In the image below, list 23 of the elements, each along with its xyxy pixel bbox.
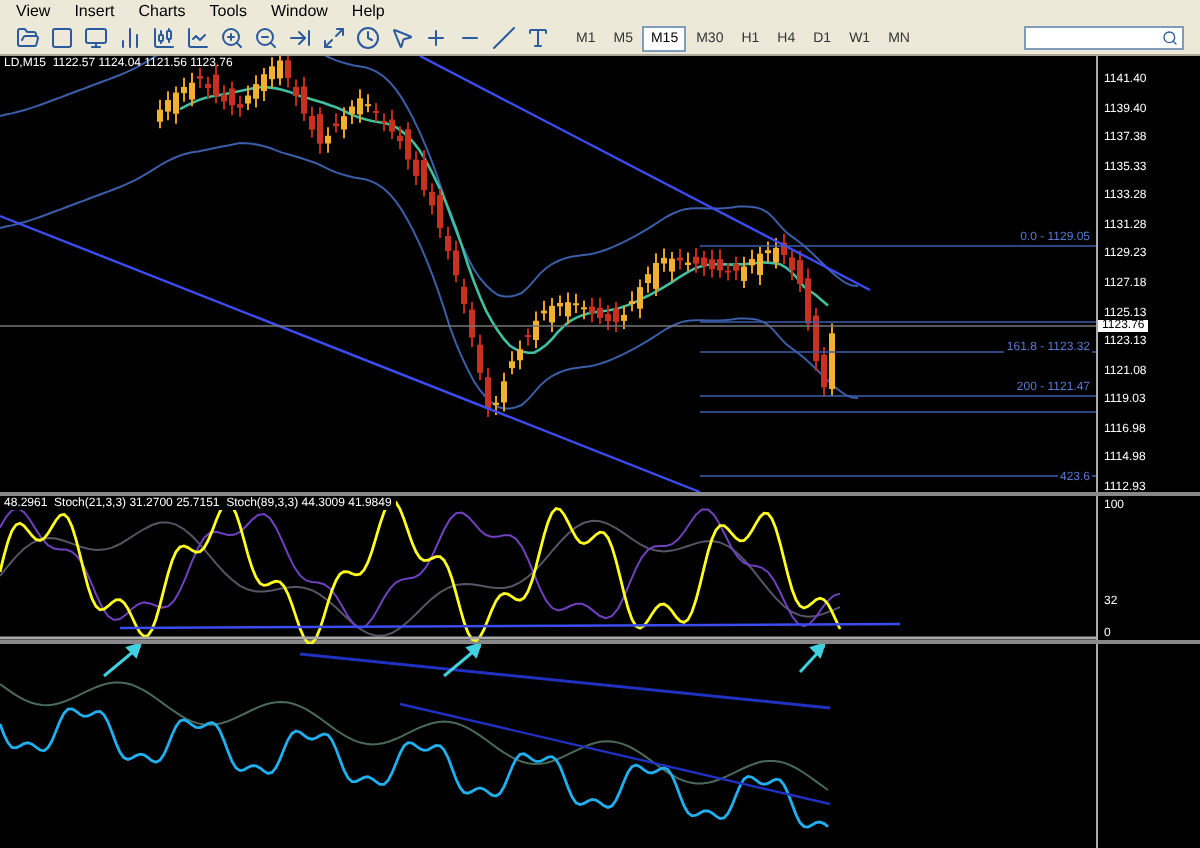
- zoom-in-icon[interactable]: [220, 26, 244, 50]
- candlestick-icon[interactable]: [152, 26, 176, 50]
- monitor-icon[interactable]: [84, 26, 108, 50]
- search-field[interactable]: [1024, 26, 1184, 50]
- line-chart-icon[interactable]: [186, 26, 210, 50]
- trendline-icon[interactable]: [492, 26, 516, 50]
- menu-item[interactable]: Tools: [209, 3, 247, 19]
- bar-chart-icon[interactable]: [118, 26, 142, 50]
- cursor-icon[interactable]: [390, 26, 414, 50]
- menu-item[interactable]: Window: [270, 3, 328, 19]
- menu-item[interactable]: Charts: [138, 3, 186, 19]
- folder-icon[interactable]: [16, 26, 40, 50]
- autoscroll-icon[interactable]: [322, 26, 346, 50]
- menu-item[interactable]: Help: [351, 3, 385, 19]
- clock-icon[interactable]: [356, 26, 380, 50]
- search-icon[interactable]: [1162, 30, 1178, 46]
- menu-item[interactable]: Insert: [74, 3, 115, 19]
- text-icon[interactable]: [526, 26, 550, 50]
- zoom-out-icon[interactable]: [254, 26, 278, 50]
- window-icon[interactable]: [50, 26, 74, 50]
- menu-item[interactable]: View: [16, 3, 51, 19]
- chart-shift-icon[interactable]: [288, 26, 312, 50]
- crosshair-icon[interactable]: [424, 26, 448, 50]
